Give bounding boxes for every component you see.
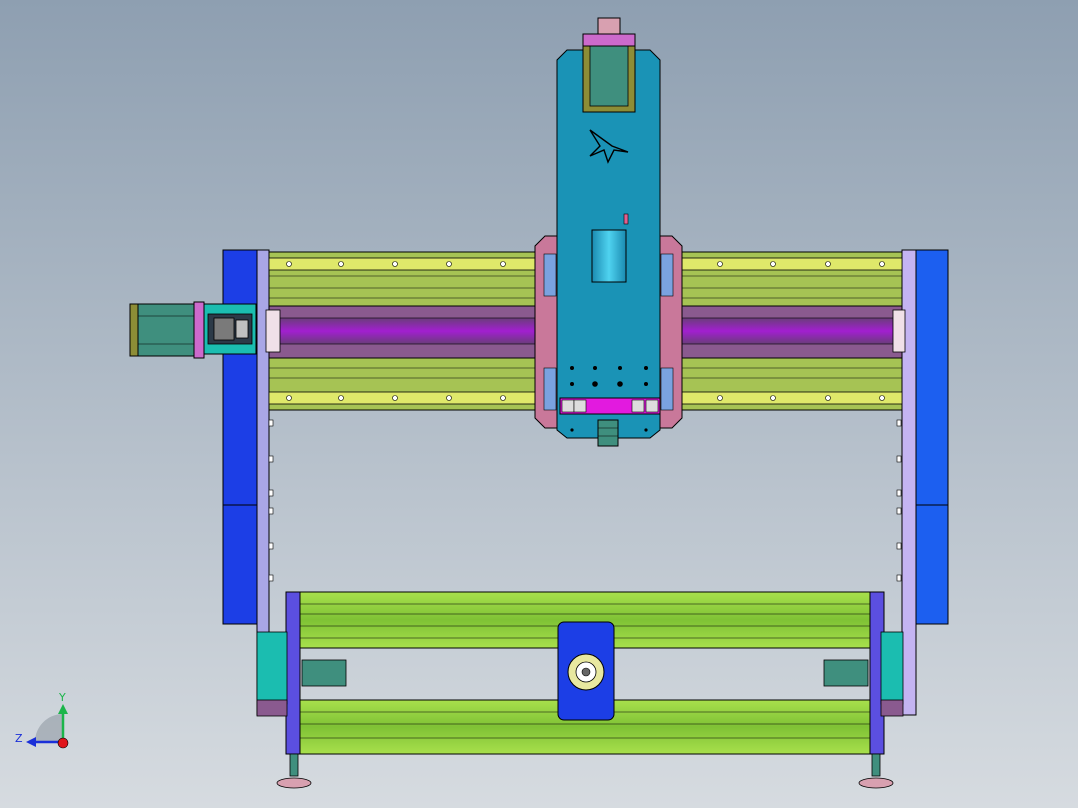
- y-axis-label: Y: [58, 691, 66, 704]
- cnc-router-model[interactable]: Y Z: [0, 0, 1078, 808]
- z-axis-plate: [556, 17, 661, 447]
- z-axis-label: Z: [15, 732, 23, 745]
- cad-viewport[interactable]: Y Z: [0, 0, 1078, 808]
- x-axis-stepper-motor: [129, 301, 257, 359]
- x-axis-dot: [57, 737, 69, 749]
